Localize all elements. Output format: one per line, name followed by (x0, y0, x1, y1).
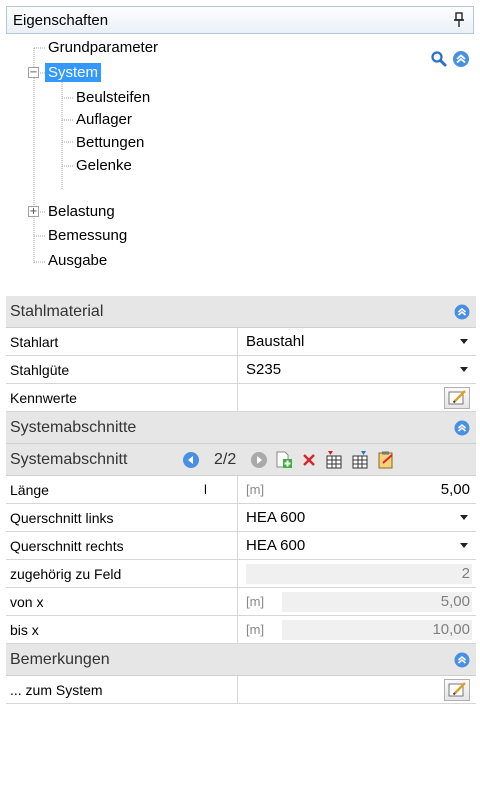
row-zugehoerig-zu-feld: zugehörig zu Feld 2 (6, 560, 476, 588)
section-counter: 2/2 (214, 451, 237, 468)
edit-icon (448, 390, 466, 405)
section-bemerkungen[interactable]: Bemerkungen (6, 644, 476, 676)
section-collapse-icon[interactable] (454, 304, 470, 320)
tree-item-bemessung[interactable]: Bemessung (48, 225, 127, 247)
chevron-down-icon[interactable] (460, 367, 468, 372)
row-stahlart[interactable]: Stahlart Baustahl (6, 328, 476, 356)
section-systemabschnitte[interactable]: Systemabschnitte (6, 412, 476, 444)
tree-item-auflager[interactable]: Auflager (76, 109, 132, 131)
section-collapse-icon[interactable] (454, 652, 470, 668)
tree-view: Grundparameter − System Beulsteifen Aufl… (0, 36, 480, 276)
tree-item-bettungen[interactable]: Bettungen (76, 132, 144, 154)
chevron-down-icon[interactable] (460, 339, 468, 344)
stahlguete-select[interactable]: S235 (246, 356, 281, 384)
von-x-value: 5,00 (440, 593, 470, 610)
row-zum-system[interactable]: ... zum System (6, 676, 476, 704)
clipboard-icon[interactable] (376, 450, 396, 470)
laenge-input[interactable]: 5,00 (441, 476, 470, 504)
row-querschnitt-rechts[interactable]: Querschnitt rechts HEA 600 (6, 532, 476, 560)
collapse-all-icon[interactable] (452, 50, 470, 68)
insert-after-icon[interactable] (350, 450, 370, 470)
tree-toolbar (430, 50, 470, 68)
systemabschnitt-navigator: Systemabschnitt 2/2 (6, 444, 476, 476)
tree-item-grundparameter[interactable]: Grundparameter (48, 37, 158, 59)
chevron-down-icon[interactable] (460, 543, 468, 548)
row-von-x: von x [m] 5,00 (6, 588, 476, 616)
insert-before-icon[interactable] (324, 450, 344, 470)
zum-system-edit-button[interactable] (444, 679, 470, 701)
next-icon[interactable] (250, 451, 268, 469)
section-collapse-icon[interactable] (454, 420, 470, 436)
tree-expand-toggle[interactable]: + (28, 206, 39, 217)
previous-icon[interactable] (182, 451, 200, 469)
search-icon[interactable] (430, 50, 448, 68)
tree-item-ausgabe[interactable]: Ausgabe (48, 250, 107, 272)
delete-icon[interactable] (300, 451, 318, 469)
row-kennwerte[interactable]: Kennwerte (6, 384, 476, 412)
tree-item-beulsteifen[interactable]: Beulsteifen (76, 87, 150, 109)
row-stahlguete[interactable]: Stahlgüte S235 (6, 356, 476, 384)
properties-header: Eigenschaften (6, 6, 474, 34)
querschnitt-rechts-select[interactable]: HEA 600 (246, 532, 305, 560)
tree-item-gelenke[interactable]: Gelenke (76, 155, 132, 177)
row-bis-x: bis x [m] 10,00 (6, 616, 476, 644)
querschnitt-links-select[interactable]: HEA 600 (246, 504, 305, 532)
stahlart-select[interactable]: Baustahl (246, 328, 304, 356)
tree-item-belastung[interactable]: Belastung (48, 201, 115, 223)
add-section-icon[interactable] (274, 450, 294, 470)
row-querschnitt-links[interactable]: Querschnitt links HEA 600 (6, 504, 476, 532)
tree-collapse-toggle[interactable]: − (28, 67, 39, 78)
row-laenge[interactable]: Länge l [m] 5,00 (6, 476, 476, 504)
kennwerte-edit-button[interactable] (444, 387, 470, 409)
chevron-down-icon[interactable] (460, 515, 468, 520)
bis-x-value: 10,00 (432, 621, 470, 638)
panel-title: Eigenschaften (13, 11, 109, 29)
edit-icon (448, 682, 466, 697)
tree-item-system[interactable]: System (45, 62, 102, 84)
section-stahlmaterial[interactable]: Stahlmaterial (6, 296, 476, 328)
feld-value: 2 (461, 565, 470, 582)
pin-icon[interactable] (453, 11, 465, 29)
